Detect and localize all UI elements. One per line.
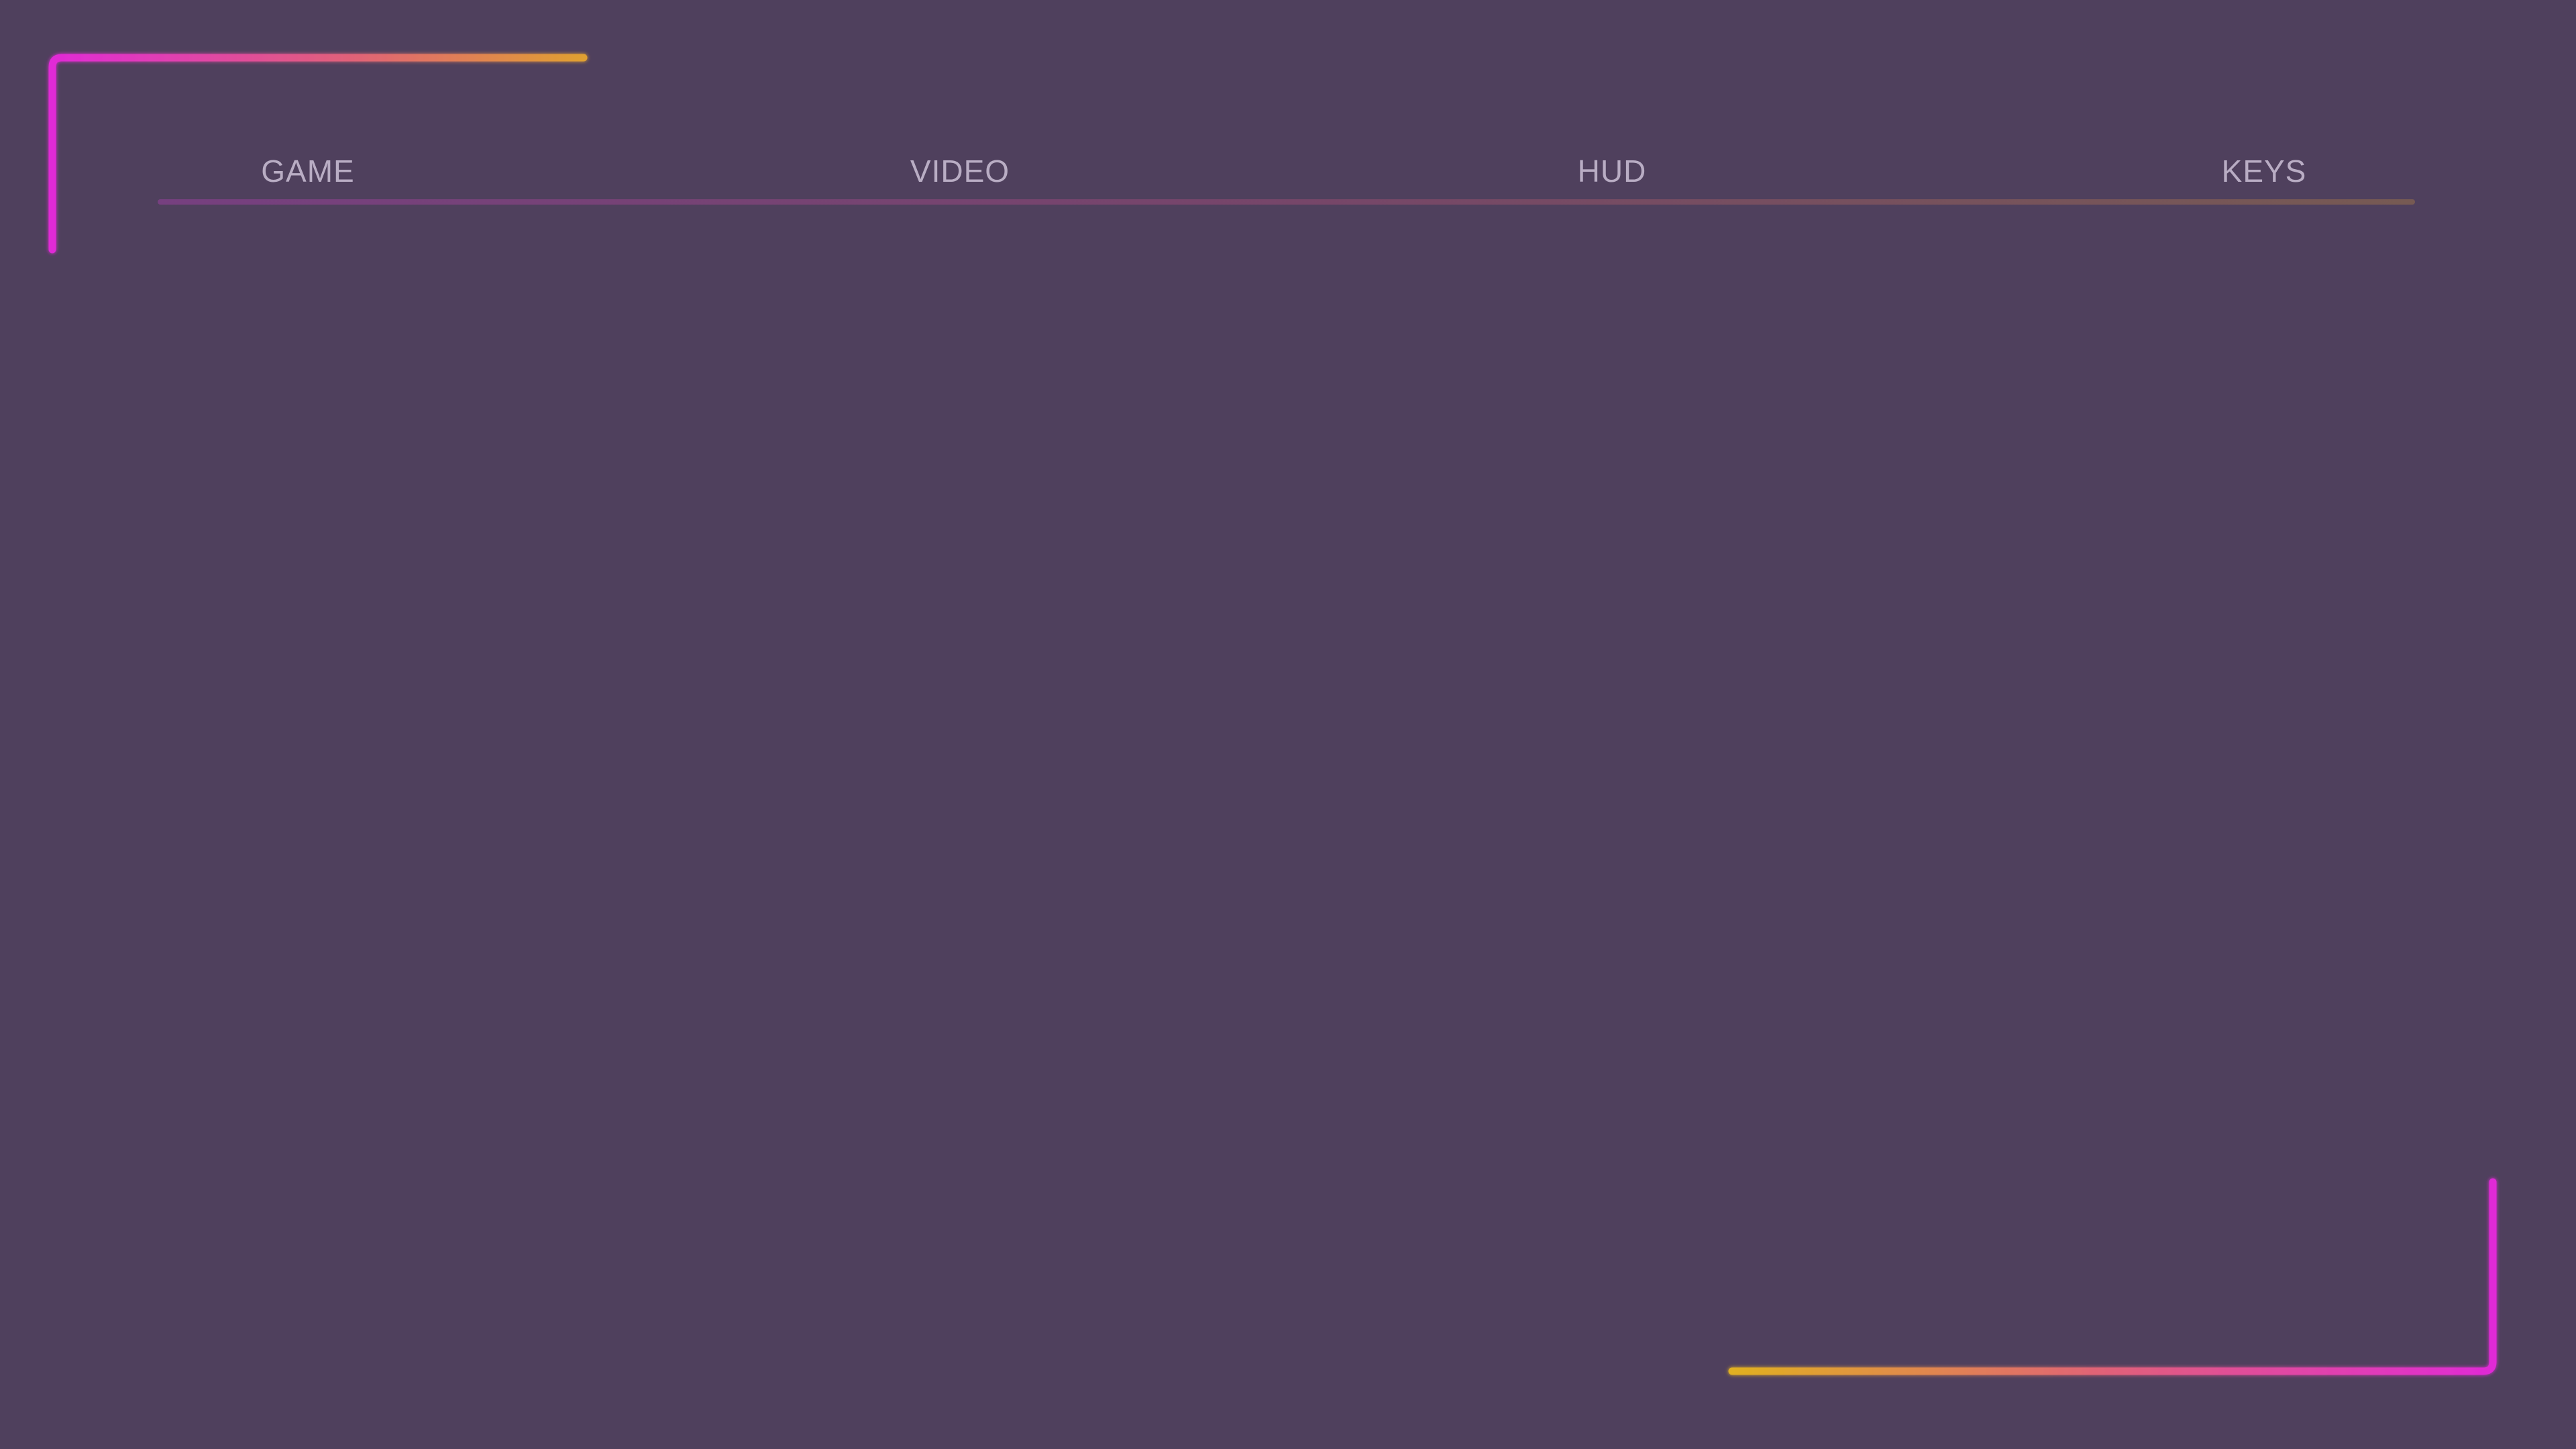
- tab-hud[interactable]: HUD: [1578, 148, 1647, 195]
- tab-bar-underline: [158, 199, 2415, 205]
- bottom-right-corner-frame: [1728, 1178, 2497, 1375]
- corner-frame-decoration: [48, 54, 2497, 1375]
- tab-video[interactable]: VIDEO: [910, 148, 1010, 195]
- tab-game[interactable]: GAME: [261, 148, 354, 195]
- settings-tab-bar: GAME VIDEO HUD KEYS: [158, 134, 2415, 208]
- tab-keys[interactable]: KEYS: [2222, 148, 2307, 195]
- settings-screen: GAME VIDEO HUD KEYS: [0, 0, 2576, 1449]
